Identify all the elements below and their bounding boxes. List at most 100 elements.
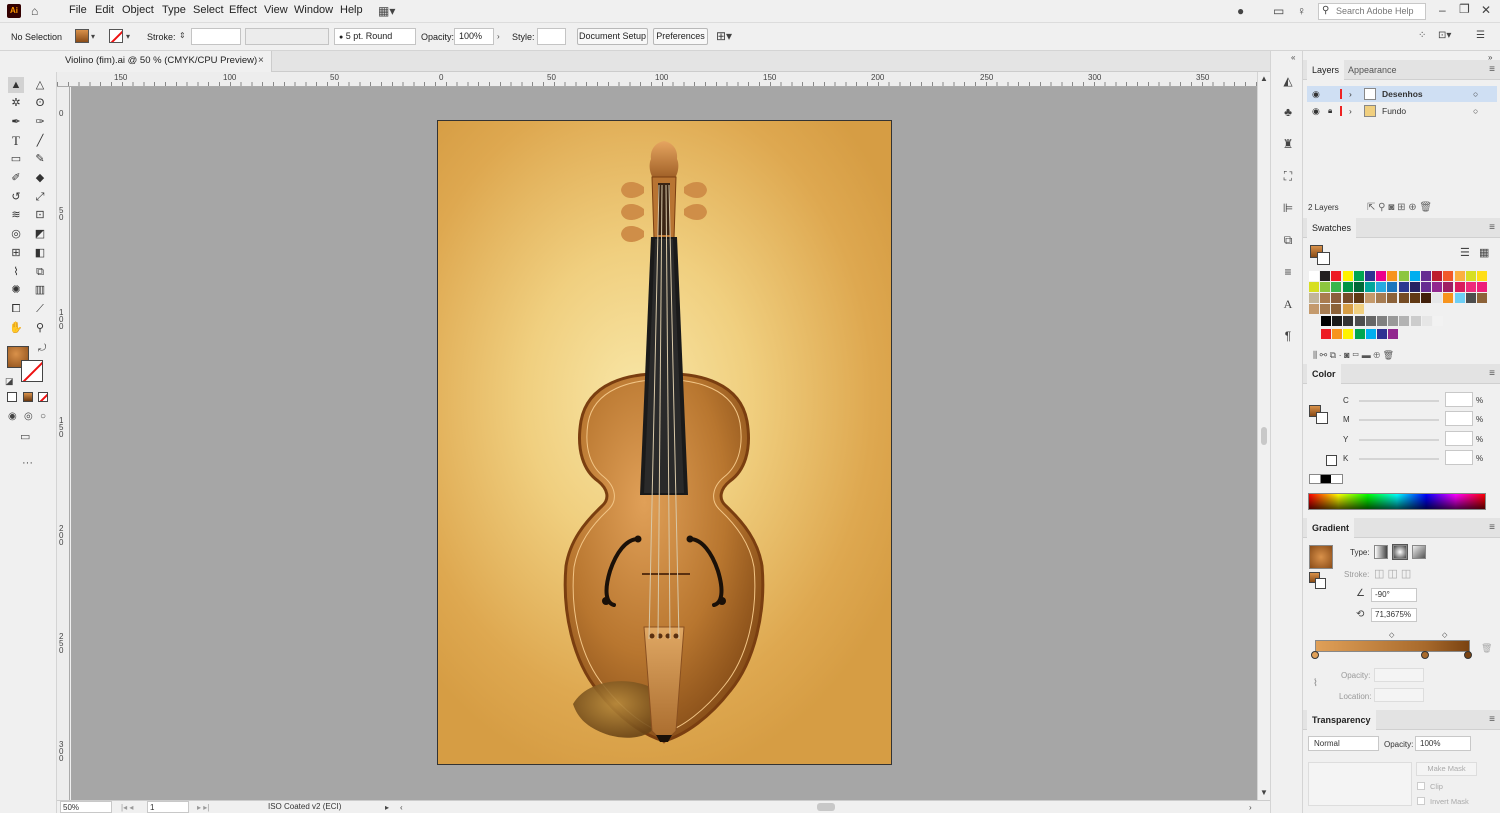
color-swatch[interactable] (1454, 293, 1465, 303)
tab-swatches[interactable]: Swatches (1307, 218, 1357, 238)
preferences-button[interactable]: Preferences (653, 28, 708, 45)
color-swatch[interactable] (1309, 271, 1319, 281)
channel-m-slider[interactable] (1359, 419, 1439, 421)
bright-swatch[interactable] (1388, 329, 1399, 339)
color-swatch[interactable] (1342, 304, 1353, 314)
channel-y-field[interactable] (1445, 431, 1473, 446)
transparency-panel-title[interactable]: Transparency (1307, 710, 1376, 730)
out-of-gamut-swatch[interactable] (1326, 455, 1337, 466)
scale-tool-icon[interactable]: ⤢ (32, 189, 48, 205)
gray-swatch[interactable] (1421, 316, 1432, 326)
none-mode-icon[interactable] (38, 392, 48, 402)
artboard[interactable] (437, 120, 892, 765)
color-swatch[interactable] (1342, 271, 1353, 281)
bright-swatch[interactable] (1365, 329, 1376, 339)
stop-opacity-field[interactable] (1374, 668, 1424, 682)
panel-menu-icon[interactable]: ≡ (1489, 222, 1495, 233)
gradient-mode-icon[interactable] (23, 392, 33, 402)
color-swatch[interactable] (1443, 271, 1454, 281)
clip-checkbox[interactable] (1417, 782, 1425, 790)
layer-row-desenhos[interactable]: ◉ › Desenhos ○ (1307, 86, 1497, 102)
mesh-tool-icon[interactable]: ⊞ (8, 245, 24, 261)
color-swatch[interactable] (1331, 304, 1342, 314)
color-swatch[interactable] (1331, 293, 1342, 303)
color-swatch[interactable] (1454, 271, 1465, 281)
menu-view[interactable]: View (264, 4, 288, 16)
align-icon[interactable]: ⁘ (1418, 29, 1426, 43)
channel-c-field[interactable] (1445, 392, 1473, 407)
channel-y-slider[interactable] (1359, 439, 1439, 441)
draw-normal-icon[interactable]: ◉ (8, 410, 17, 424)
next-artboard-icon[interactable]: ▸ ▸| (197, 801, 209, 813)
status-menu-icon[interactable]: ▸ (385, 801, 389, 813)
midpoint-marker[interactable]: ◇ (1389, 631, 1394, 639)
color-swatch[interactable] (1353, 282, 1364, 292)
bright-swatch[interactable] (1354, 329, 1365, 339)
color-swatch[interactable] (1465, 271, 1476, 281)
symbol-sprayer-tool-icon[interactable]: ✺ (8, 282, 24, 298)
horizontal-ruler[interactable]: 150 100 50 0 50 100 150 200 250 300 350 (57, 72, 1270, 87)
color-swatch[interactable] (1432, 271, 1443, 281)
color-swatch[interactable] (1387, 293, 1398, 303)
brush-definition[interactable]: ● 5 pt. Round (334, 28, 416, 45)
fill-color-swatch[interactable] (75, 29, 89, 43)
horizontal-scroll-thumb[interactable] (817, 803, 835, 811)
target-icon[interactable]: ○ (1473, 86, 1478, 102)
gradient-eyedropper-icon[interactable]: ⌇ (1313, 677, 1318, 691)
pen-tool-icon[interactable]: ✒ (8, 114, 24, 130)
swatch-grid[interactable] (1309, 271, 1495, 341)
expand-layer-icon[interactable]: › (1349, 86, 1352, 102)
color-swatch[interactable] (1365, 293, 1375, 303)
stop-location-field[interactable] (1374, 688, 1424, 702)
tab-layers[interactable]: Layers (1307, 60, 1345, 80)
collapse-dock-icon[interactable]: « (1291, 51, 1295, 65)
direct-selection-tool-icon[interactable]: △ (32, 77, 48, 93)
fill-dropdown-icon[interactable]: ▾ (91, 30, 95, 44)
gradient-preview[interactable] (1309, 545, 1333, 569)
paragraph-panel-icon[interactable]: ¶ (1281, 329, 1295, 343)
gradient-stop[interactable] (1421, 651, 1429, 659)
variable-width-profile[interactable] (245, 28, 329, 45)
radial-gradient-icon[interactable] (1392, 544, 1408, 560)
lock-icon[interactable]: 🔒︎ (1328, 103, 1332, 119)
menu-type[interactable]: Type (162, 4, 186, 16)
gray-swatch[interactable] (1354, 316, 1365, 326)
color-swatch[interactable] (1421, 293, 1431, 303)
restore-icon[interactable]: ❐ (1459, 2, 1470, 16)
column-graph-tool-icon[interactable]: ▥ (32, 282, 48, 298)
first-artboard-icon[interactable]: |◂ ◂ (121, 801, 133, 813)
channel-m-field[interactable] (1445, 411, 1473, 426)
color-swatch[interactable] (1477, 282, 1487, 292)
gradient-slider[interactable] (1315, 640, 1470, 652)
document-setup-button[interactable]: Document Setup (577, 28, 648, 45)
color-swatch[interactable] (1477, 271, 1487, 281)
rectangle-tool-icon[interactable]: ▭ (8, 151, 24, 167)
discover-bulb-icon[interactable]: ♀ (1297, 4, 1306, 18)
color-swatch[interactable] (1376, 271, 1387, 281)
gray-swatch[interactable] (1332, 316, 1343, 326)
transform-icon[interactable]: ⊡▾ (1438, 29, 1451, 43)
vertical-scroll-thumb[interactable] (1261, 427, 1267, 445)
channel-k-slider[interactable] (1359, 458, 1439, 460)
gradient-panel-title[interactable]: Gradient (1307, 518, 1355, 538)
color-swatch[interactable] (1309, 282, 1319, 292)
libraries-icon[interactable]: ◭ (1281, 74, 1295, 88)
color-swatch[interactable] (1443, 282, 1454, 292)
scroll-left-icon[interactable]: ‹ (400, 801, 403, 813)
bright-swatch[interactable] (1321, 329, 1331, 339)
gray-swatch[interactable] (1377, 316, 1387, 326)
opacity-arrow-icon[interactable]: › (497, 30, 500, 44)
color-swatch[interactable] (1465, 282, 1476, 292)
minimize-icon[interactable]: – (1439, 3, 1446, 17)
transform-panel-icon[interactable]: ⛶ (1281, 169, 1295, 183)
stroke-gradient-options-icon[interactable]: ◫ ◫ ◫ (1374, 567, 1411, 581)
menu-select[interactable]: Select (193, 4, 224, 16)
transparency-opacity-field[interactable]: 100% (1415, 736, 1471, 751)
color-swatch[interactable] (1320, 304, 1331, 314)
gray-swatch[interactable] (1321, 316, 1331, 326)
stroke-swatch[interactable] (21, 360, 43, 382)
color-spectrum[interactable] (1308, 493, 1486, 510)
gradient-stop[interactable] (1464, 651, 1472, 659)
panel-menu-icon[interactable]: ≡ (1489, 368, 1495, 379)
color-swatch[interactable] (1387, 282, 1398, 292)
